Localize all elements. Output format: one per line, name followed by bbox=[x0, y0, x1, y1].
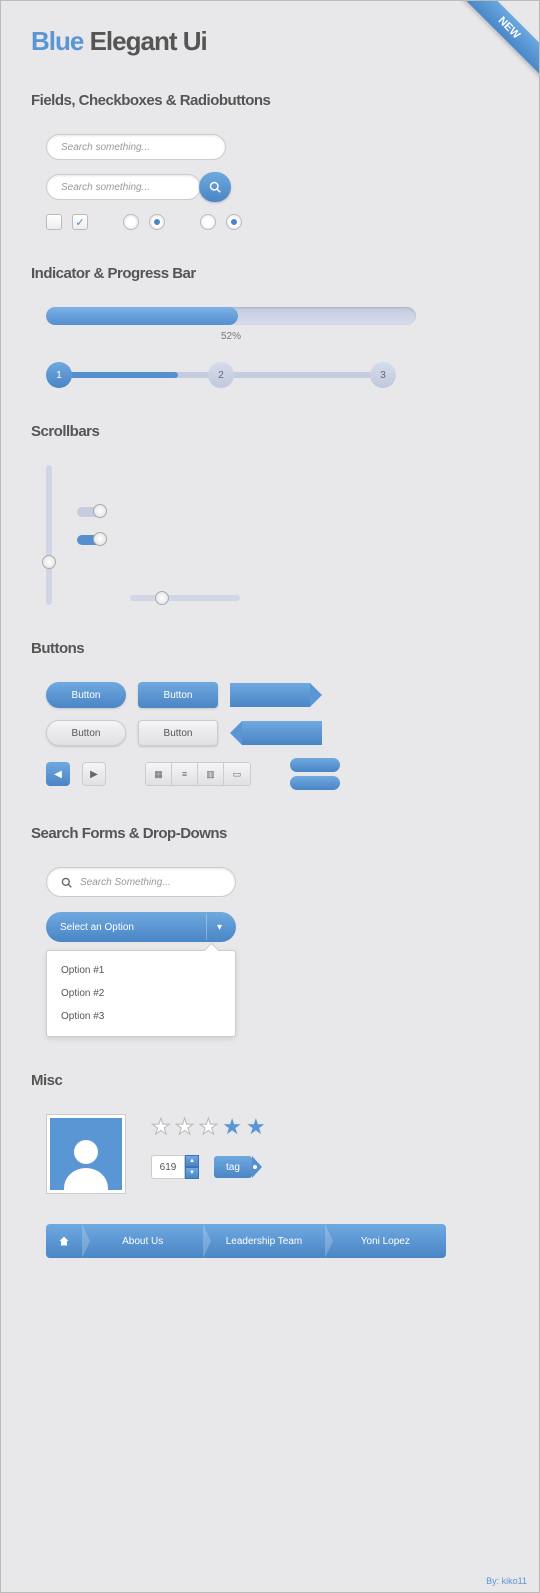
section-fields-heading: Fields, Checkboxes & Radiobuttons bbox=[31, 92, 509, 109]
ribbon-label: NEW bbox=[459, 1, 539, 78]
search-placeholder-2: Search something... bbox=[61, 182, 150, 193]
star-icon: ★ bbox=[246, 1114, 266, 1140]
new-ribbon: NEW bbox=[459, 1, 539, 81]
tag-label: tag bbox=[226, 1162, 240, 1173]
section-scrollbars-heading: Scrollbars bbox=[31, 423, 509, 440]
search-icon bbox=[209, 181, 221, 193]
step-1[interactable]: 1 bbox=[46, 362, 72, 388]
toggle-off[interactable] bbox=[77, 507, 105, 517]
title-blue: Blue bbox=[31, 26, 83, 56]
progress-label: 52% bbox=[46, 331, 416, 342]
progress-bar bbox=[46, 307, 416, 325]
step-3[interactable]: 3 bbox=[370, 362, 396, 388]
avatar-silhouette bbox=[50, 1118, 122, 1190]
radio-unchecked-2[interactable] bbox=[200, 214, 216, 230]
page-title: Blue Elegant Ui bbox=[31, 26, 509, 57]
progress-fill bbox=[46, 307, 238, 325]
home-icon bbox=[58, 1235, 70, 1247]
step-2[interactable]: 2 bbox=[208, 362, 234, 388]
title-rest: Elegant Ui bbox=[90, 26, 207, 56]
stepper-value: 619 bbox=[151, 1155, 185, 1179]
tag[interactable]: tag bbox=[214, 1156, 252, 1178]
radio-checked-1[interactable] bbox=[149, 214, 165, 230]
radio-unchecked-1[interactable] bbox=[123, 214, 139, 230]
chevron-down-icon: ▾ bbox=[206, 914, 232, 940]
toggle-on[interactable] bbox=[77, 535, 105, 545]
star-icon: ★ bbox=[222, 1114, 242, 1140]
button-gray-pill[interactable]: Button bbox=[46, 720, 126, 746]
toggle-knob[interactable] bbox=[93, 504, 107, 518]
breadcrumb: About Us Leadership Team Yoni Lopez bbox=[46, 1224, 446, 1258]
star-rating[interactable]: ★ ★ ★ ★ ★ bbox=[151, 1114, 266, 1140]
button-gray-rect[interactable]: Button bbox=[138, 720, 218, 746]
dropdown-option-3[interactable]: Option #3 bbox=[47, 1005, 235, 1028]
search-button[interactable] bbox=[199, 172, 231, 202]
checkbox-unchecked[interactable] bbox=[46, 214, 62, 230]
button-blue-pill-1[interactable]: Button bbox=[46, 682, 126, 708]
slider-thumb[interactable] bbox=[155, 591, 169, 605]
search-icon bbox=[61, 877, 72, 888]
radio-checked-2[interactable] bbox=[226, 214, 242, 230]
number-stepper[interactable]: 619 ▲ ▼ bbox=[151, 1155, 199, 1179]
card-view-icon[interactable]: ▭ bbox=[224, 763, 250, 785]
star-icon: ★ bbox=[198, 1114, 218, 1140]
horizontal-slider[interactable] bbox=[130, 595, 240, 601]
column-view-icon[interactable]: ▥ bbox=[198, 763, 224, 785]
section-misc-heading: Misc bbox=[31, 1072, 509, 1089]
search-input-wide[interactable]: Search Something... bbox=[46, 867, 236, 897]
credit: By: kiko11 bbox=[486, 1576, 527, 1586]
section-buttons-heading: Buttons bbox=[31, 640, 509, 657]
avatar bbox=[46, 1114, 126, 1194]
breadcrumb-item-2[interactable]: Leadership Team bbox=[203, 1224, 324, 1258]
next-button[interactable]: ▶ bbox=[82, 762, 106, 786]
step-track-fill bbox=[58, 372, 178, 378]
breadcrumb-item-1[interactable]: About Us bbox=[82, 1224, 203, 1258]
search-placeholder-1: Search something... bbox=[61, 142, 150, 153]
scroll-thumb[interactable] bbox=[42, 555, 56, 569]
button-blue-rect[interactable]: Button bbox=[138, 682, 218, 708]
step-indicator: 1 2 3 bbox=[46, 362, 396, 388]
dropdown-label: Select an Option bbox=[60, 922, 134, 933]
stepper-up[interactable]: ▲ bbox=[185, 1155, 199, 1167]
section-progress-heading: Indicator & Progress Bar bbox=[31, 265, 509, 282]
pill-button-2[interactable] bbox=[290, 776, 340, 790]
arrow-button-right[interactable] bbox=[230, 683, 310, 707]
breadcrumb-home[interactable] bbox=[46, 1224, 82, 1258]
stepper-down[interactable]: ▼ bbox=[185, 1167, 199, 1179]
star-icon: ★ bbox=[151, 1114, 171, 1140]
dropdown-select[interactable]: Select an Option ▾ bbox=[46, 912, 236, 942]
toggle-knob[interactable] bbox=[93, 532, 107, 546]
star-icon: ★ bbox=[175, 1114, 195, 1140]
dropdown-option-1[interactable]: Option #1 bbox=[47, 959, 235, 982]
dropdown-panel: Option #1 Option #2 Option #3 bbox=[46, 950, 236, 1037]
section-search-heading: Search Forms & Drop-Downs bbox=[31, 825, 509, 842]
vertical-scrollbar-1[interactable] bbox=[46, 465, 52, 605]
arrow-button-left[interactable] bbox=[242, 721, 322, 745]
search-input-2[interactable]: Search something... bbox=[46, 174, 201, 200]
dropdown-option-2[interactable]: Option #2 bbox=[47, 982, 235, 1005]
pill-button-1[interactable] bbox=[290, 758, 340, 772]
view-switcher: ▦ ≡ ▥ ▭ bbox=[145, 762, 251, 786]
list-view-icon[interactable]: ≡ bbox=[172, 763, 198, 785]
breadcrumb-item-3[interactable]: Yoni Lopez bbox=[325, 1224, 446, 1258]
search-placeholder-3: Search Something... bbox=[80, 877, 171, 888]
checkbox-checked[interactable]: ✓ bbox=[72, 214, 88, 230]
grid-view-icon[interactable]: ▦ bbox=[146, 763, 172, 785]
search-input-1[interactable]: Search something... bbox=[46, 134, 226, 160]
prev-button[interactable]: ◀ bbox=[46, 762, 70, 786]
